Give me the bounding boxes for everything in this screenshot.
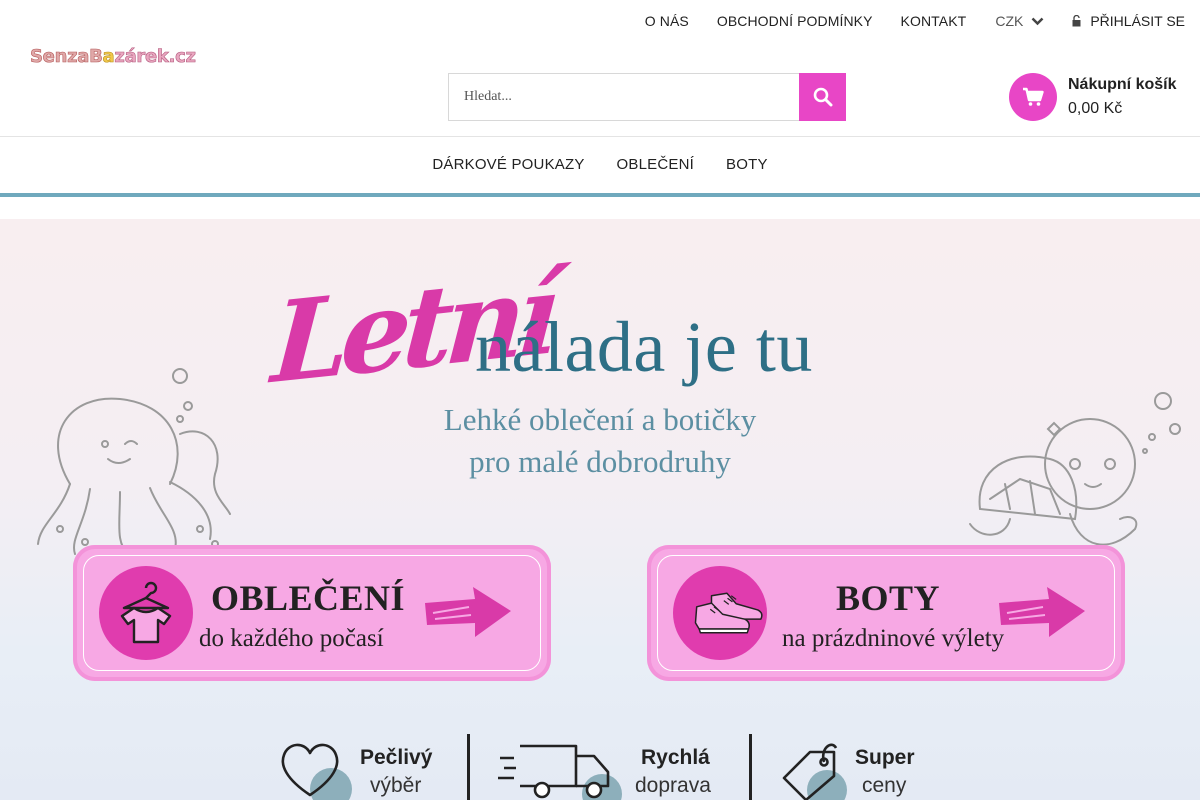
card-title-shoes: BOTY — [836, 578, 941, 618]
currency-label: CZK — [995, 13, 1024, 29]
heart-icon — [281, 743, 339, 797]
nav-item-gift-vouchers[interactable]: DÁRKOVÉ POUKAZY — [432, 156, 584, 173]
top-bar: O NÁS OBCHODNÍ PODMÍNKY KONTAKT CZK PŘIH… — [0, 0, 1200, 44]
subline-line-1: Lehké oblečení a botičky — [443, 402, 757, 437]
banner-subline: Lehké oblečení a botičky pro malé dobrod… — [0, 399, 1200, 483]
card-title-clothing: OBLEČENÍ — [211, 578, 406, 618]
sneakers-icon — [673, 566, 767, 660]
arrow-right-icon — [425, 587, 511, 637]
top-navigation: O NÁS OBCHODNÍ PODMÍNKY KONTAKT CZK PŘIH… — [617, 13, 1185, 29]
feature-divider — [467, 734, 470, 800]
category-card-clothing[interactable]: OBLEČENÍ do každého počasí — [73, 545, 551, 681]
search-button[interactable] — [799, 73, 846, 121]
feature-subtitle-selection: výběr — [370, 774, 422, 797]
search-bar — [448, 73, 846, 121]
nav-item-shoes[interactable]: BOTY — [726, 156, 768, 173]
site-logo[interactable]: SenzaBazárek.cz — [30, 46, 197, 68]
cart-summary: Nákupní košík 0,00 Kč — [1068, 76, 1176, 118]
features-strip: Pečlivý výběr Rychlá doprava Super ceny — [0, 734, 1200, 800]
arrow-right-icon — [999, 587, 1085, 637]
nav-link-terms[interactable]: OBCHODNÍ PODMÍNKY — [717, 13, 873, 29]
nav-link-about[interactable]: O NÁS — [645, 13, 689, 29]
nav-item-clothing[interactable]: OBLEČENÍ — [617, 156, 694, 173]
card-subtitle-clothing: do každého počasí — [199, 625, 384, 652]
cart-button[interactable] — [1009, 73, 1057, 121]
feature-title-prices: Super — [855, 746, 915, 769]
truck-icon — [498, 744, 610, 799]
currency-selector[interactable]: CZK — [995, 13, 1044, 29]
hero-banner: Letní nálada je tu Lehké oblečení a boti… — [0, 219, 1200, 800]
headline-text: nálada je tu — [475, 307, 813, 387]
search-input[interactable] — [448, 73, 799, 121]
login-link[interactable]: PŘIHLÁSIT SE — [1072, 13, 1185, 29]
feature-title-shipping: Rychlá — [641, 746, 710, 769]
feature-divider — [749, 734, 752, 800]
shopping-cart-icon — [1023, 87, 1044, 106]
lock-icon — [1072, 15, 1081, 27]
cart-total: 0,00 Kč — [1068, 100, 1123, 117]
price-tag-icon — [782, 743, 838, 800]
category-card-shoes[interactable]: BOTY na prázdninové výlety — [647, 545, 1125, 681]
nav-link-contact[interactable]: KONTAKT — [901, 13, 967, 29]
feature-subtitle-prices: ceny — [862, 774, 907, 797]
main-navigation: DÁRKOVÉ POUKAZY OBLEČENÍ BOTY — [0, 156, 1200, 173]
feature-title-selection: Pečlivý — [360, 746, 433, 769]
search-icon — [813, 87, 832, 107]
card-subtitle-shoes: na prázdninové výlety — [782, 625, 1005, 652]
header-divider — [0, 136, 1200, 137]
cart-title: Nákupní košík — [1068, 76, 1177, 93]
tshirt-hanger-icon — [99, 566, 193, 660]
feature-subtitle-shipping: doprava — [635, 774, 711, 797]
chevron-down-icon — [1031, 17, 1044, 25]
subline-line-2: pro malé dobrodruhy — [469, 444, 731, 479]
nav-accent-line — [0, 193, 1200, 197]
cart-widget[interactable]: Nákupní košík 0,00 Kč — [1009, 73, 1176, 121]
login-label: PŘIHLÁSIT SE — [1090, 13, 1185, 29]
